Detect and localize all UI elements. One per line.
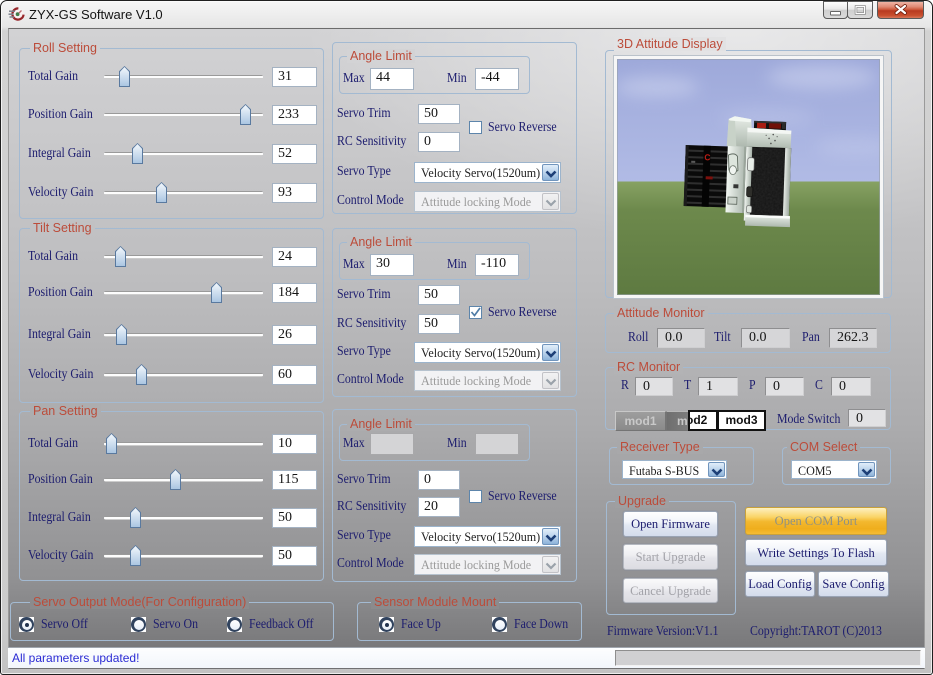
svg-text:C: C — [704, 152, 710, 162]
